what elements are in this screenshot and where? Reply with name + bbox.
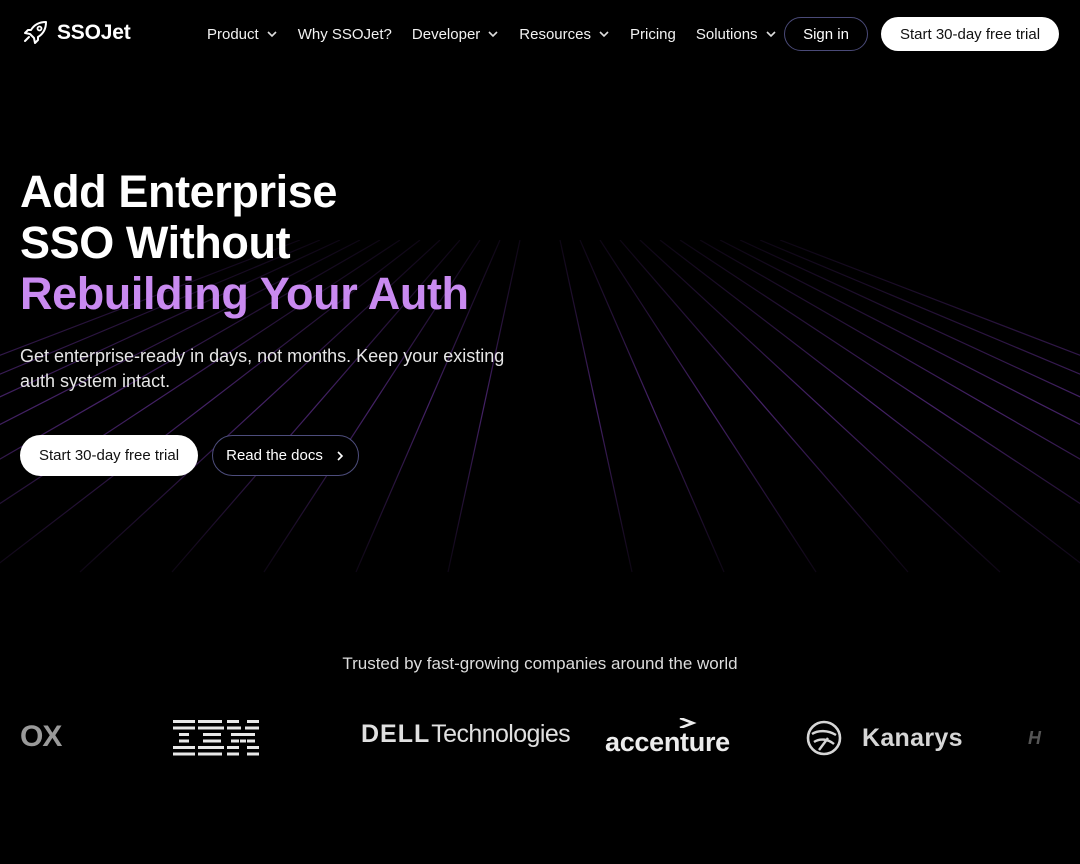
grid-line [779,240,1080,356]
nav-item-label: Resources [519,25,591,43]
start-trial-button[interactable]: Start 30-day free trial [881,17,1059,51]
hero-subtext: Get enterprise-ready in days, not months… [20,346,505,391]
grid-line [599,240,817,573]
headline-line: Add Enterprise [20,166,337,217]
trusted-heading: Trusted by fast-growing companies around… [342,654,738,673]
nav-item-pricing[interactable]: Pricing [630,23,676,45]
grid-line [759,240,1080,375]
chevron-down-icon [488,31,498,38]
partial-logo-left: OX [20,720,62,753]
accenture-wordmark: accenture [605,727,730,757]
grid-line [659,240,1080,564]
chevron-down-icon [599,31,609,38]
partial-logo-right: H [1028,728,1041,748]
read-docs-label: Read the docs [226,447,323,464]
kanarys-logo: Kanarys [804,720,963,756]
chevron-down-icon [267,31,277,38]
kanarys-wordmark: Kanarys [862,723,963,752]
nav-item-why-ssojet[interactable]: Why SSOJet? [298,23,392,45]
top-navigation: SSOJet Product Why SSOJet? Developer Res… [0,0,1080,68]
nav-item-label: Developer [411,25,481,43]
brand-name: SSOJet [57,21,131,44]
hero-start-trial-button[interactable]: Start 30-day free trial [20,435,198,476]
dell-wordmark: DELL [361,720,431,748]
nav-item-label: Why SSOJet? [297,25,392,43]
nav-item-label: Pricing [629,25,676,43]
accenture-logo: accenture [605,718,735,756]
nav-item-solutions[interactable]: Solutions [696,23,777,45]
ibm-logo-mark [173,720,259,756]
grid-line [579,240,725,573]
brand-logo[interactable]: SSOJet [22,20,131,46]
dell-technologies-wordmark: Technologies [431,720,571,748]
grid-line [699,240,1080,460]
nav-item-resources[interactable]: Resources [519,23,610,45]
chevron-down-icon [765,31,776,38]
dell-technologies-logo: DELL Technologies [361,720,571,749]
sign-in-button[interactable]: Sign in [784,17,868,51]
headline-accent: Rebuilding Your Auth [20,268,469,319]
nav-item-label: Product [207,25,259,43]
grid-line [639,240,1001,573]
main-menu: Product Why SSOJet? Developer Resources … [207,23,797,45]
hero-headline: Add Enterprise SSO Without Rebuilding Yo… [20,166,469,319]
chevron-right-icon [337,450,343,461]
nav-item-developer[interactable]: Developer [412,23,499,45]
grid-line [559,240,633,573]
grid-line [619,240,909,573]
grid-line [719,240,1080,426]
ibm-logo [173,720,261,756]
read-docs-button[interactable]: Read the docs [212,435,359,476]
customer-logos: OX DELL Technologies accenture Kanarys H [0,700,1080,780]
headline-line: SSO Without [20,217,291,268]
rocket-icon [24,21,47,44]
nav-item-label: Solutions [695,25,758,43]
nav-item-product[interactable]: Product [207,23,278,45]
kanarys-mark-icon [806,720,842,756]
